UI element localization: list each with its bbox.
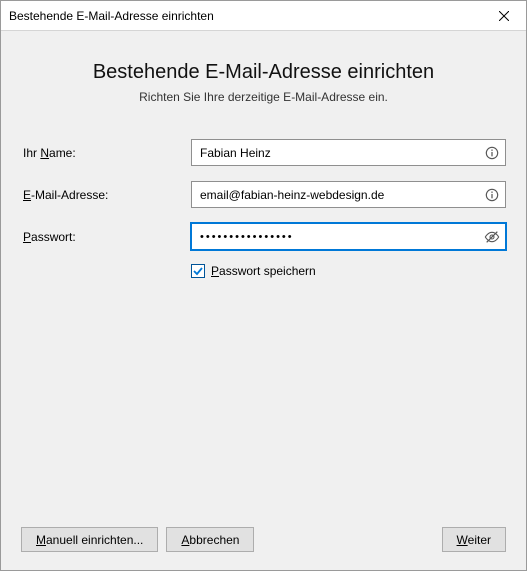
page-title: Bestehende E-Mail-Adresse einrichten — [21, 61, 506, 84]
password-input[interactable] — [191, 223, 506, 250]
eye-off-icon[interactable] — [484, 229, 500, 245]
dialog-window: Bestehende E-Mail-Adresse einrichten Bes… — [0, 0, 527, 571]
password-label: Passwort: — [21, 230, 191, 244]
remember-label: Passwort speichern — [211, 264, 316, 278]
button-bar: Manuell einrichten... Abbrechen Weiter — [21, 527, 506, 552]
remember-row: Passwort speichern — [191, 264, 506, 278]
page-subtitle: Richten Sie Ihre derzeitige E-Mail-Adres… — [21, 90, 506, 104]
row-name: Ihr Name: — [21, 139, 506, 166]
remember-checkbox[interactable] — [191, 264, 205, 278]
info-icon[interactable] — [484, 187, 500, 203]
manual-setup-button[interactable]: Manuell einrichten... — [21, 527, 158, 552]
check-icon — [193, 266, 203, 276]
row-email: E-Mail-Adresse: — [21, 181, 506, 208]
close-icon — [499, 11, 509, 21]
row-password: Passwort: — [21, 223, 506, 250]
window-title: Bestehende E-Mail-Adresse einrichten — [9, 9, 214, 23]
password-field-wrap — [191, 223, 506, 250]
name-field-wrap — [191, 139, 506, 166]
name-input[interactable] — [191, 139, 506, 166]
email-input[interactable] — [191, 181, 506, 208]
email-label: E-Mail-Adresse: — [21, 188, 191, 202]
next-button[interactable]: Weiter — [442, 527, 506, 552]
titlebar: Bestehende E-Mail-Adresse einrichten — [1, 1, 526, 31]
email-field-wrap — [191, 181, 506, 208]
info-icon[interactable] — [484, 145, 500, 161]
close-button[interactable] — [481, 1, 526, 31]
dialog-content: Bestehende E-Mail-Adresse einrichten Ric… — [1, 31, 526, 570]
cancel-button[interactable]: Abbrechen — [166, 527, 254, 552]
name-label: Ihr Name: — [21, 146, 191, 160]
form: Ihr Name: E-Mail-Adresse: — [21, 139, 506, 250]
